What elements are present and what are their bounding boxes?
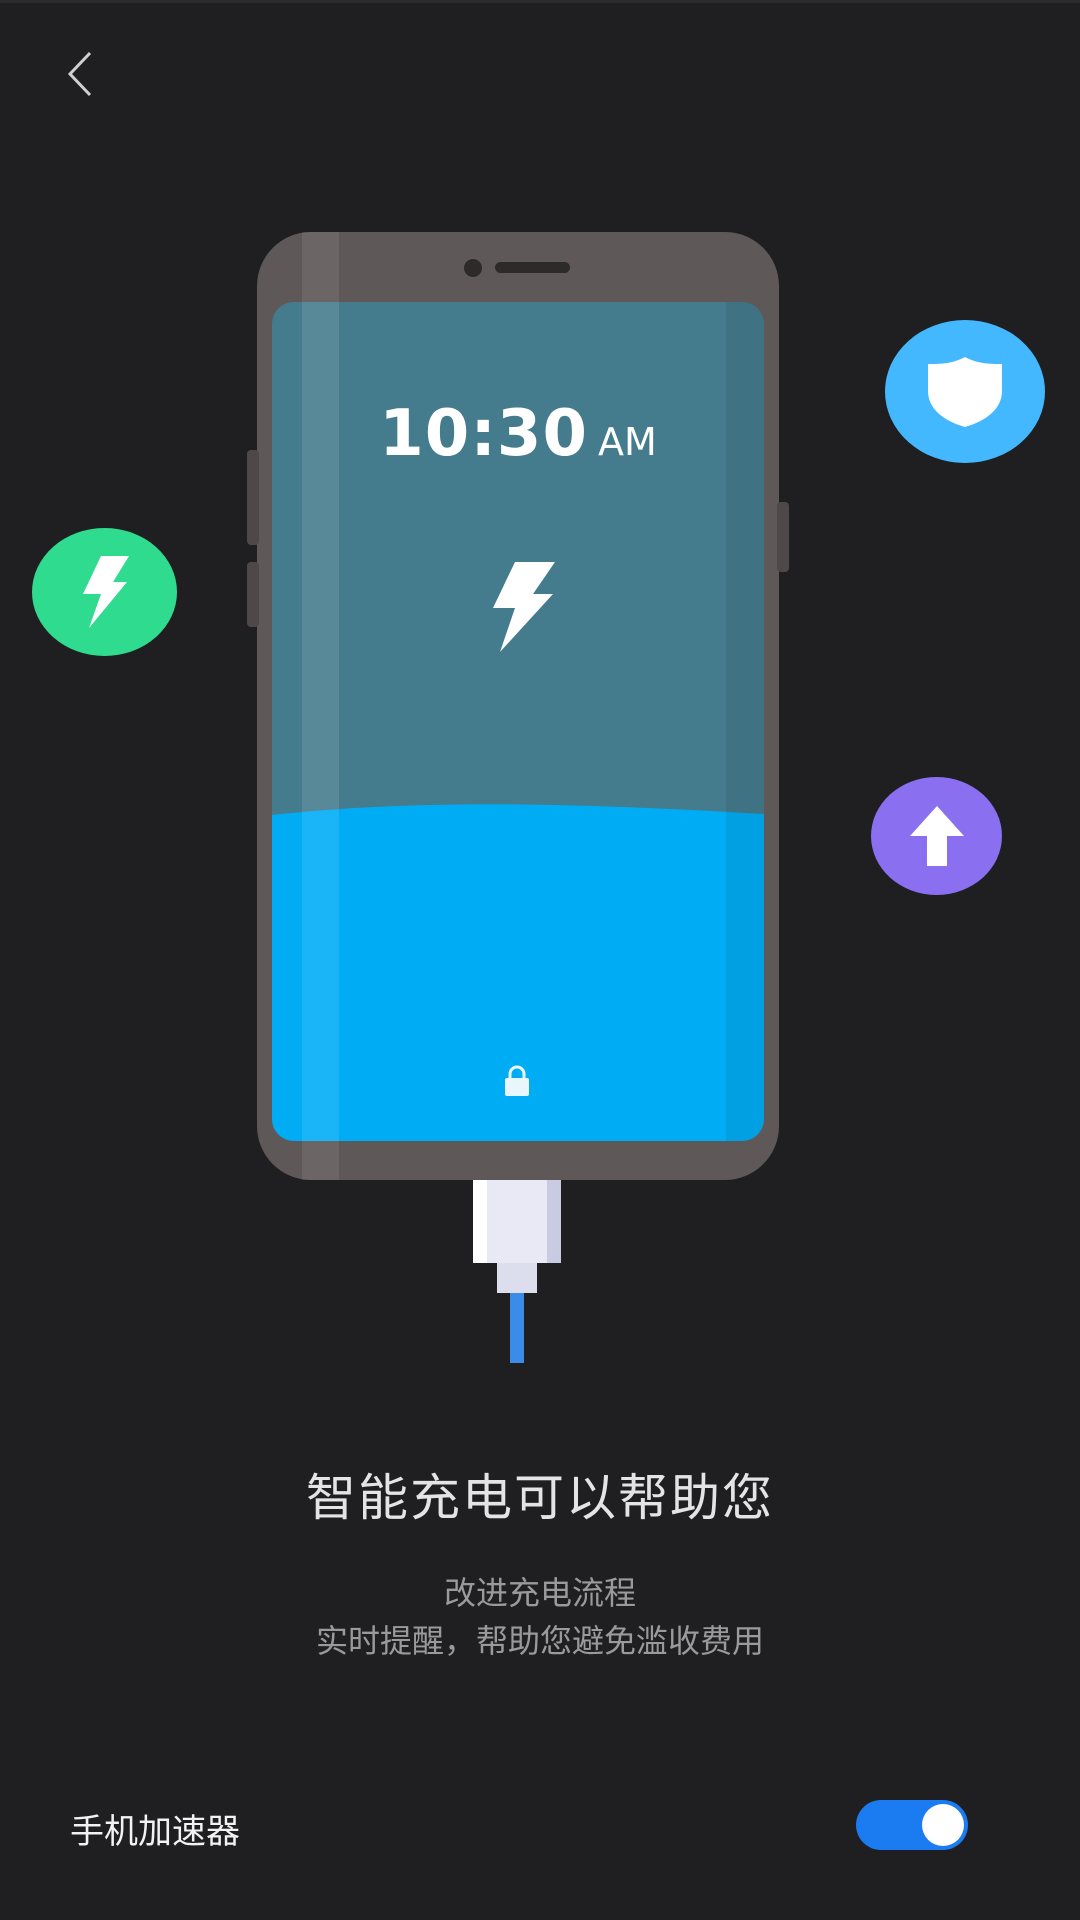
boost-badge bbox=[871, 777, 1002, 895]
phone-power-button bbox=[777, 502, 789, 572]
charge-speed-badge bbox=[32, 528, 177, 656]
intro-title: 智能充电可以帮助您 bbox=[306, 1469, 774, 1527]
phone-speaker bbox=[495, 262, 570, 273]
charger-cable bbox=[510, 1293, 524, 1363]
chevron-left-icon bbox=[67, 51, 92, 97]
lightning-bolt-icon bbox=[82, 556, 129, 628]
lightning-bolt-icon bbox=[493, 562, 555, 652]
charger-plug bbox=[473, 1180, 561, 1263]
protection-badge bbox=[885, 320, 1045, 463]
lock-icon bbox=[505, 1065, 529, 1096]
phone-camera bbox=[464, 259, 482, 277]
charger-neck bbox=[497, 1263, 537, 1293]
lockscreen-clock: 10:30 AM bbox=[272, 397, 764, 471]
status-divider bbox=[0, 0, 1080, 3]
phone-accelerator-setting: 手机加速器 bbox=[0, 1788, 1080, 1864]
phone-volume-down-button bbox=[247, 562, 259, 627]
clock-ampm: AM bbox=[597, 420, 657, 464]
toggle-knob bbox=[922, 1804, 964, 1846]
intro-line-1: 改进充电流程 bbox=[443, 1574, 636, 1612]
shield-icon bbox=[928, 356, 1002, 427]
back-button[interactable] bbox=[52, 46, 108, 102]
arrow-up-icon bbox=[909, 806, 964, 866]
phone-illustration: 10:30 AM bbox=[247, 232, 789, 1180]
phone-accelerator-toggle[interactable] bbox=[856, 1800, 968, 1850]
clock-time: 10:30 bbox=[379, 397, 588, 471]
phone-screen: 10:30 AM bbox=[272, 302, 764, 1141]
setting-label: 手机加速器 bbox=[70, 1812, 240, 1852]
intro-line-2: 实时提醒，帮助您避免滥收费用 bbox=[315, 1622, 764, 1660]
phone-volume-up-button bbox=[247, 450, 259, 545]
